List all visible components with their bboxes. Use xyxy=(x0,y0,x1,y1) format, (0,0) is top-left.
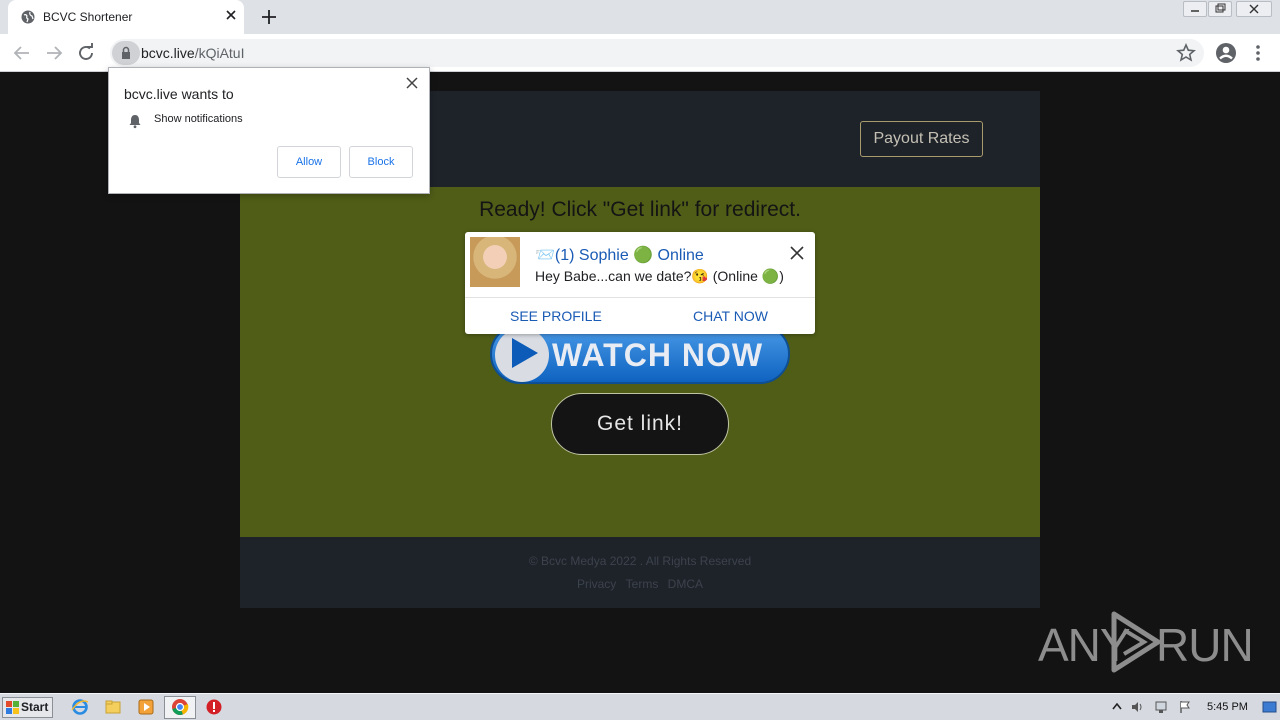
url-text: bcvc.live/kQiAtuI xyxy=(141,45,244,61)
window-close-icon xyxy=(1249,4,1259,14)
restore-button[interactable] xyxy=(1208,1,1232,17)
start-button[interactable]: Start xyxy=(2,697,53,718)
taskbar: Start 5:45 PM xyxy=(0,693,1280,720)
chat-now-button[interactable]: CHAT NOW xyxy=(693,308,768,324)
divider xyxy=(465,297,815,298)
footer-link-dmca[interactable]: DMCA xyxy=(668,577,703,591)
chat-sender-name: 📨(1) Sophie 🟢 Online xyxy=(535,247,704,264)
bookmark-star-icon[interactable] xyxy=(1174,41,1198,65)
chevron-up-icon[interactable] xyxy=(1110,700,1124,714)
profile-icon[interactable] xyxy=(1214,41,1238,65)
anyrun-watermark: ANY RUN xyxy=(1038,606,1254,676)
see-profile-button[interactable]: SEE PROFILE xyxy=(510,308,602,324)
system-tray xyxy=(1104,694,1280,720)
chrome-icon xyxy=(172,699,189,715)
chat-message: Hey Babe...can we date?😘 (Online 🟢) xyxy=(535,268,784,284)
footer-link-terms[interactable]: Terms xyxy=(626,577,659,591)
stop-sign-icon[interactable] xyxy=(205,698,223,716)
payout-rates-button[interactable]: Payout Rates xyxy=(860,121,983,157)
watermark-run: RUN xyxy=(1156,619,1254,671)
site-footer: © Bcvc Medya 2022 . All Rights Reserved … xyxy=(240,537,1040,608)
browser-tab[interactable]: BCVC Shortener xyxy=(8,0,244,34)
forward-arrow-icon[interactable] xyxy=(42,41,66,65)
permission-title: bcvc.live wants to xyxy=(124,86,234,102)
tab-title: BCVC Shortener xyxy=(43,10,133,24)
action-center-flag-icon[interactable] xyxy=(1178,700,1192,714)
globe-icon xyxy=(21,10,35,24)
speaker-icon[interactable] xyxy=(1130,700,1144,714)
network-icon[interactable] xyxy=(1154,700,1168,714)
folder-icon[interactable] xyxy=(104,698,122,716)
reload-icon[interactable] xyxy=(74,41,98,65)
window-close-button[interactable] xyxy=(1236,1,1272,17)
windows-logo-icon xyxy=(6,701,19,714)
minimize-icon xyxy=(1191,10,1199,12)
block-button[interactable]: Block xyxy=(349,146,413,178)
taskbar-clock[interactable]: 5:45 PM xyxy=(1207,701,1248,713)
footer-link-privacy[interactable]: Privacy xyxy=(577,577,616,591)
chat-notification[interactable]: 📨(1) Sophie 🟢 Online Hey Babe...can we d… xyxy=(465,232,815,334)
footer-links: Privacy Terms DMCA xyxy=(240,577,1040,591)
back-arrow-icon[interactable] xyxy=(10,41,34,65)
bell-icon xyxy=(129,115,141,129)
lock-icon xyxy=(122,46,130,59)
restore-icon xyxy=(1215,3,1226,13)
tab-strip: BCVC Shortener xyxy=(0,0,1280,34)
kebab-menu-icon[interactable] xyxy=(1248,41,1268,65)
new-tab-icon[interactable] xyxy=(259,7,279,27)
site-info-button[interactable] xyxy=(112,41,140,65)
url-path: /kQiAtuI xyxy=(194,45,245,61)
play-icon xyxy=(512,338,538,368)
permission-text: Show notifications xyxy=(154,113,243,125)
tab-close-icon[interactable] xyxy=(223,7,239,23)
close-icon[interactable] xyxy=(405,76,419,90)
allow-button[interactable]: Allow xyxy=(277,146,341,178)
address-bar[interactable]: bcvc.live/kQiAtuI xyxy=(110,39,1204,67)
url-host: bcvc.live xyxy=(141,45,195,61)
close-icon[interactable] xyxy=(790,246,804,260)
ready-message: Ready! Click "Get link" for redirect. xyxy=(479,198,801,221)
copyright-text: © Bcvc Medya 2022 . All Rights Reserved xyxy=(528,554,752,568)
start-label: Start xyxy=(21,700,49,714)
taskbar-chrome-button[interactable] xyxy=(164,696,196,719)
minimize-button[interactable] xyxy=(1183,1,1207,17)
get-link-button[interactable]: Get link! xyxy=(551,393,729,455)
media-player-icon[interactable] xyxy=(137,698,155,716)
avatar xyxy=(470,237,520,287)
show-desktop-icon[interactable] xyxy=(1262,699,1277,715)
internet-explorer-icon[interactable] xyxy=(71,698,89,716)
watch-now-label: WATCH NOW xyxy=(552,337,764,373)
notification-permission-popup: bcvc.live wants to Show notifications Al… xyxy=(108,67,430,194)
